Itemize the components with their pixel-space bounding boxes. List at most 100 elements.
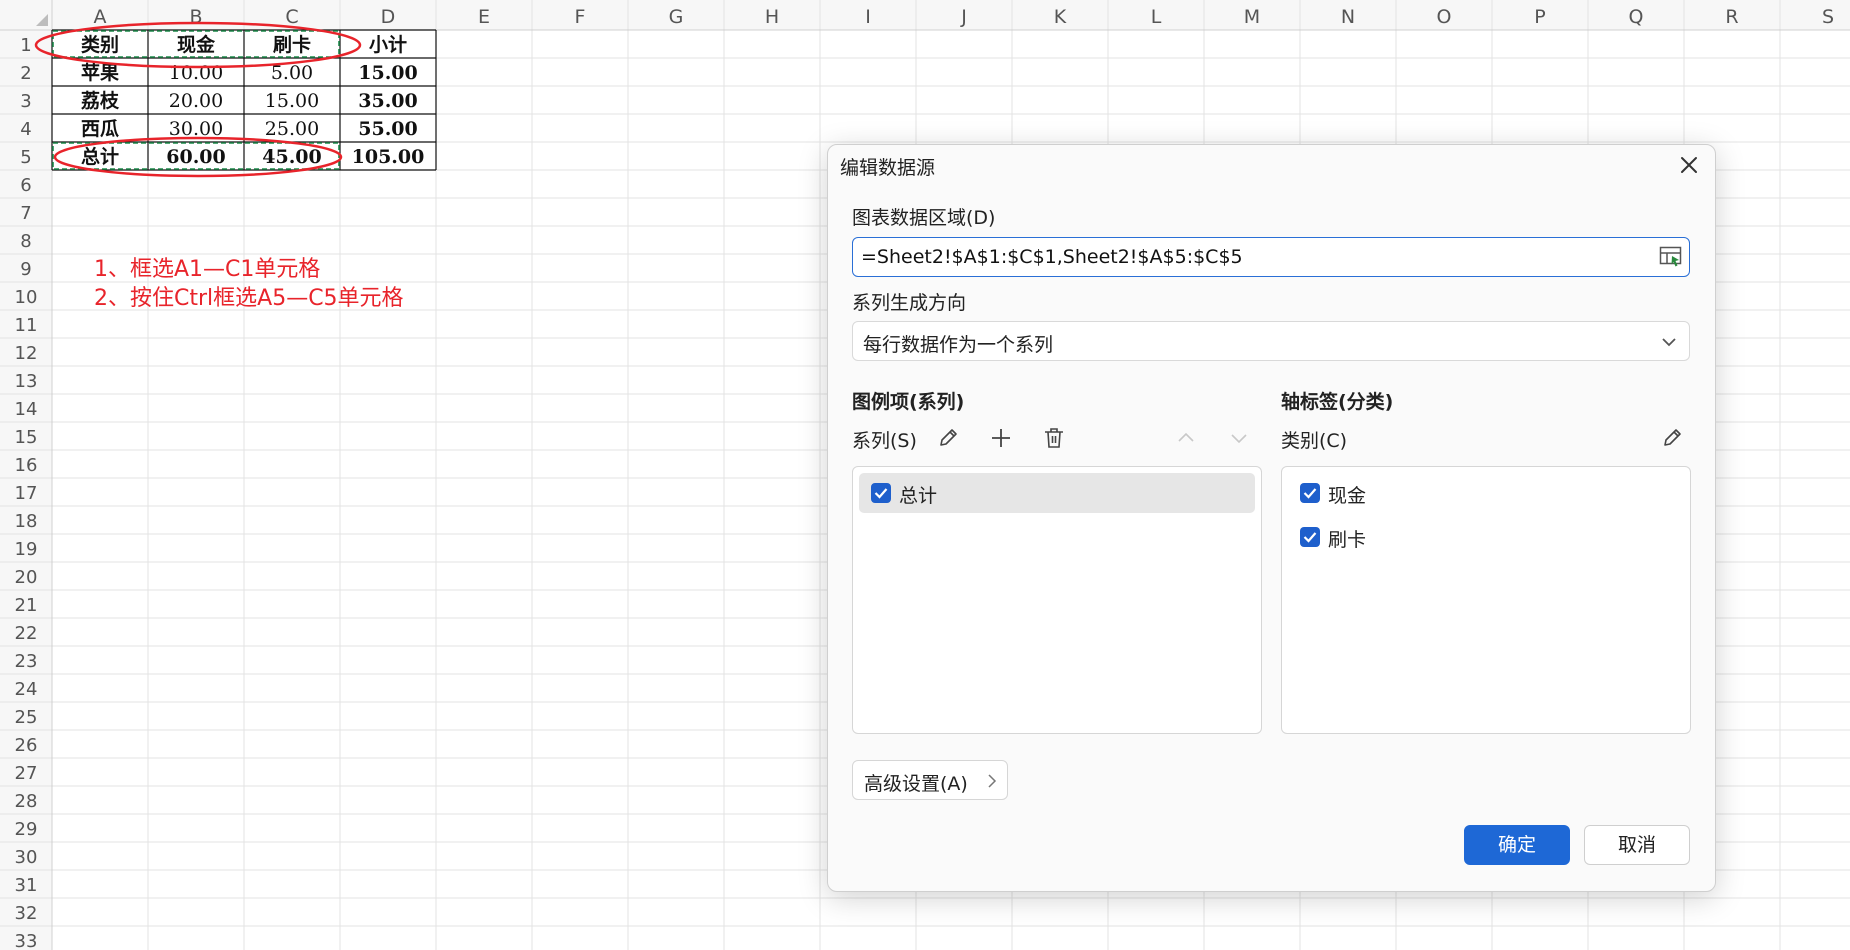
column-header[interactable]: P (1534, 6, 1545, 28)
category-checkbox[interactable] (1300, 527, 1320, 547)
table-cell[interactable]: 总计 (81, 145, 119, 168)
table-cell[interactable]: 10.00 (169, 62, 223, 84)
list-item[interactable]: 总计 (859, 473, 1255, 513)
row-header[interactable]: 16 (15, 455, 38, 476)
column-header[interactable]: M (1244, 6, 1260, 28)
pencil-icon (940, 429, 957, 446)
column-header[interactable]: J (960, 6, 967, 28)
ok-button[interactable]: 确定 (1464, 825, 1570, 865)
table-cell[interactable]: 105.00 (352, 146, 425, 168)
column-header[interactable]: C (285, 6, 298, 28)
column-header[interactable]: Q (1629, 6, 1644, 28)
column-header[interactable]: O (1437, 6, 1452, 28)
row-header[interactable]: 6 (20, 175, 31, 196)
row-header[interactable]: 25 (15, 707, 38, 728)
column-header[interactable]: I (865, 6, 871, 28)
row-header[interactable]: 29 (15, 819, 38, 840)
column-header[interactable]: S (1822, 6, 1834, 28)
row-header[interactable]: 18 (15, 511, 38, 532)
column-header[interactable]: R (1725, 6, 1738, 28)
table-cell[interactable]: 15.00 (358, 62, 418, 84)
table-cell[interactable]: 55.00 (358, 118, 418, 140)
annotation-step-2: 2、按住Ctrl框选A5—C5单元格 (94, 286, 404, 311)
column-header[interactable]: G (669, 6, 684, 28)
row-header[interactable]: 12 (15, 343, 38, 364)
row-header[interactable]: 17 (15, 483, 38, 504)
column-header[interactable]: L (1151, 6, 1162, 28)
row-header[interactable]: 7 (20, 203, 31, 224)
add-series-button[interactable] (986, 423, 1016, 453)
row-header[interactable]: 30 (15, 847, 38, 868)
cancel-button[interactable]: 取消 (1584, 825, 1690, 865)
range-field[interactable] (852, 237, 1690, 277)
row-header[interactable]: 11 (15, 315, 38, 336)
table-cell[interactable]: 刷卡 (273, 33, 311, 56)
column-header[interactable]: B (189, 6, 202, 28)
chevron-down-icon (1662, 338, 1676, 347)
row-header[interactable]: 15 (15, 427, 38, 448)
row-header[interactable]: 10 (15, 287, 38, 308)
list-item[interactable]: 现金 (1288, 473, 1684, 513)
advanced-settings-button[interactable]: 高级设置(A) (852, 760, 1008, 800)
column-header[interactable]: N (1341, 6, 1355, 28)
row-header[interactable]: 33 (15, 931, 38, 950)
table-cell[interactable]: 类别 (81, 33, 119, 56)
column-header[interactable]: K (1054, 6, 1067, 28)
close-icon (1681, 157, 1697, 173)
table-cell[interactable]: 荔枝 (81, 89, 120, 112)
edit-category-button[interactable] (1657, 423, 1687, 453)
row-header[interactable]: 4 (20, 119, 31, 140)
row-header[interactable]: 1 (20, 35, 31, 56)
delete-series-button[interactable] (1039, 423, 1069, 453)
category-checkbox[interactable] (1300, 483, 1320, 503)
move-series-up-button[interactable] (1171, 423, 1201, 453)
move-series-down-button[interactable] (1224, 423, 1254, 453)
table-cell[interactable]: 现金 (177, 33, 216, 56)
row-header[interactable]: 20 (15, 567, 38, 588)
row-header[interactable]: 26 (15, 735, 38, 756)
column-header[interactable]: F (575, 6, 586, 28)
column-header[interactable]: A (94, 6, 107, 28)
table-cell[interactable]: 30.00 (169, 118, 223, 140)
column-header[interactable]: D (381, 6, 396, 28)
row-header[interactable]: 32 (15, 903, 38, 924)
row-header[interactable]: 24 (15, 679, 38, 700)
list-item[interactable]: 刷卡 (1288, 517, 1684, 557)
row-header[interactable]: 8 (20, 231, 31, 252)
row-header[interactable]: 22 (15, 623, 38, 644)
series-list[interactable]: 总计 (852, 466, 1262, 734)
table-cell[interactable]: 20.00 (169, 90, 223, 112)
row-header[interactable]: 27 (15, 763, 38, 784)
row-header[interactable]: 2 (20, 63, 31, 84)
row-header[interactable]: 9 (20, 259, 31, 280)
range-input[interactable] (861, 238, 1651, 275)
table-cell[interactable]: 45.00 (262, 146, 322, 168)
table-cell[interactable]: 35.00 (358, 90, 418, 112)
row-header[interactable]: 21 (15, 595, 38, 616)
column-header[interactable]: H (765, 6, 779, 28)
row-header[interactable]: 31 (15, 875, 38, 896)
row-header[interactable]: 5 (20, 147, 31, 168)
row-header[interactable]: 3 (20, 91, 31, 112)
table-cell[interactable]: 西瓜 (81, 118, 119, 140)
edit-series-button[interactable] (933, 423, 963, 453)
series-checkbox[interactable] (871, 483, 891, 503)
row-header[interactable]: 13 (15, 371, 38, 392)
edit-data-source-dialog: 编辑数据源 图表数据区域(D) 系列生成方向 每行数据作为一个系列 图例项(系列… (827, 144, 1716, 892)
category-list[interactable]: 现金 刷卡 (1281, 466, 1691, 734)
chevron-down-icon (1231, 434, 1247, 444)
row-header[interactable]: 19 (15, 539, 38, 560)
range-select-icon[interactable] (1659, 246, 1683, 268)
table-cell[interactable]: 小计 (369, 34, 407, 56)
close-button[interactable] (1675, 151, 1703, 179)
column-header[interactable]: E (478, 6, 490, 28)
table-cell[interactable]: 15.00 (265, 90, 319, 112)
advanced-settings-label: 高级设置(A) (864, 773, 968, 795)
table-cell[interactable]: 25.00 (265, 118, 319, 140)
direction-select[interactable]: 每行数据作为一个系列 (852, 321, 1690, 361)
direction-value: 每行数据作为一个系列 (863, 334, 1054, 356)
table-cell[interactable]: 60.00 (166, 146, 226, 168)
row-header[interactable]: 14 (15, 399, 38, 420)
row-header[interactable]: 28 (15, 791, 38, 812)
row-header[interactable]: 23 (15, 651, 38, 672)
